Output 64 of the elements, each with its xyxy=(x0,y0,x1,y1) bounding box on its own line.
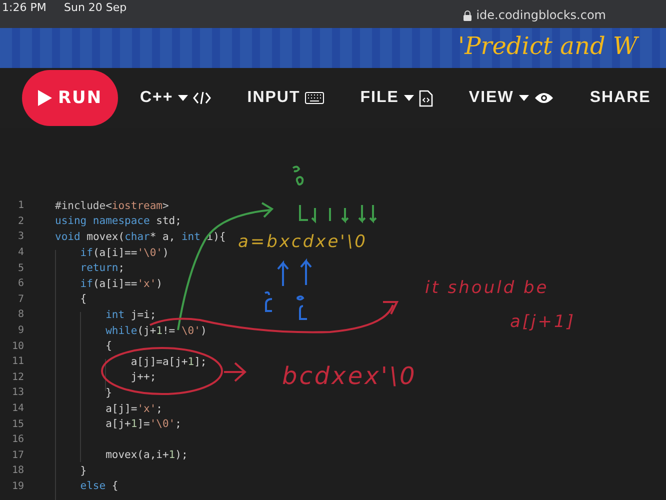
line-number: 15 xyxy=(10,418,24,430)
line-number: 7 xyxy=(16,294,24,305)
up-arrow xyxy=(300,258,312,286)
status-time: 1:26 PM xyxy=(2,1,46,14)
code-line: while(j+1!='\0') xyxy=(104,324,207,337)
caret-icon xyxy=(178,95,188,101)
line-number: 9 xyxy=(16,325,24,336)
code-line: { xyxy=(104,340,112,352)
file-icon xyxy=(418,90,433,106)
lock-icon xyxy=(463,10,472,20)
play-icon xyxy=(38,90,52,106)
line-number: 17 xyxy=(10,450,24,461)
line-number: 3 xyxy=(16,231,24,242)
toolbar-menu[interactable]: INPUT xyxy=(247,89,324,107)
scribble-mark xyxy=(264,291,273,312)
code-line: } xyxy=(79,464,87,477)
code-line: movex(a,i+1); xyxy=(104,449,188,462)
line-number: 8 xyxy=(16,309,24,320)
line-number: 2 xyxy=(16,216,24,227)
line-number: 13 xyxy=(10,387,24,398)
toolbar-menu[interactable]: FILE xyxy=(360,89,433,107)
code-line: a[j]=a[j+1]; xyxy=(130,356,207,368)
scribble-mark xyxy=(296,296,308,320)
eye-icon xyxy=(534,92,554,104)
code-icon xyxy=(193,91,212,105)
line-number: 18 xyxy=(10,465,24,476)
code-line: int j=i; xyxy=(104,308,156,321)
run-button[interactable]: RUN xyxy=(22,70,118,126)
handwritten-note: it should be xyxy=(425,278,549,298)
handwritten-note: a=bxcdxe'\0 xyxy=(238,232,368,252)
code-line: j++; xyxy=(130,371,156,384)
caret-icon xyxy=(518,95,529,101)
code-line: using namespace std; xyxy=(55,215,182,228)
code-line: if(a[i]=='x') xyxy=(79,278,162,290)
code-line: else { xyxy=(79,480,118,492)
line-number: 14 xyxy=(10,403,24,414)
up-arrow xyxy=(277,260,289,287)
code-line: return; xyxy=(79,262,125,274)
keyboard-icon xyxy=(305,92,324,104)
code-line: if(a[i]=='\0') xyxy=(79,246,169,259)
line-number: 16 xyxy=(10,434,24,446)
line-number: 11 xyxy=(10,356,24,368)
line-number: 19 xyxy=(10,480,24,492)
toolbar-menu[interactable]: C++ xyxy=(140,89,212,107)
address-url[interactable]: ide.codingblocks.com xyxy=(476,8,606,22)
line-number: 5 xyxy=(16,262,24,274)
banner-text: 'Predict and W xyxy=(458,32,638,60)
line-number: 12 xyxy=(10,372,24,383)
line-number: 1 xyxy=(16,200,24,212)
caret-icon xyxy=(404,95,414,101)
toolbar-menu[interactable]: SHARE xyxy=(590,89,651,107)
toolbar-menu[interactable]: VIEW xyxy=(468,89,554,107)
code-line: a[j]='x'; xyxy=(104,402,162,415)
line-number: 4 xyxy=(16,247,24,258)
status-date: Sun 20 Sep xyxy=(64,1,127,14)
code-line: { xyxy=(79,293,87,306)
line-number: 10 xyxy=(10,340,24,352)
handwritten-note: bcdxex'\0 xyxy=(282,362,417,390)
code-line: } xyxy=(104,386,112,399)
handwritten-note: a[j+1] xyxy=(510,312,576,332)
arrow xyxy=(224,362,246,382)
line-number: 6 xyxy=(16,278,24,290)
code-line: #include<iostream> xyxy=(55,200,169,212)
code-line: a[j+1]='\0'; xyxy=(104,418,182,430)
